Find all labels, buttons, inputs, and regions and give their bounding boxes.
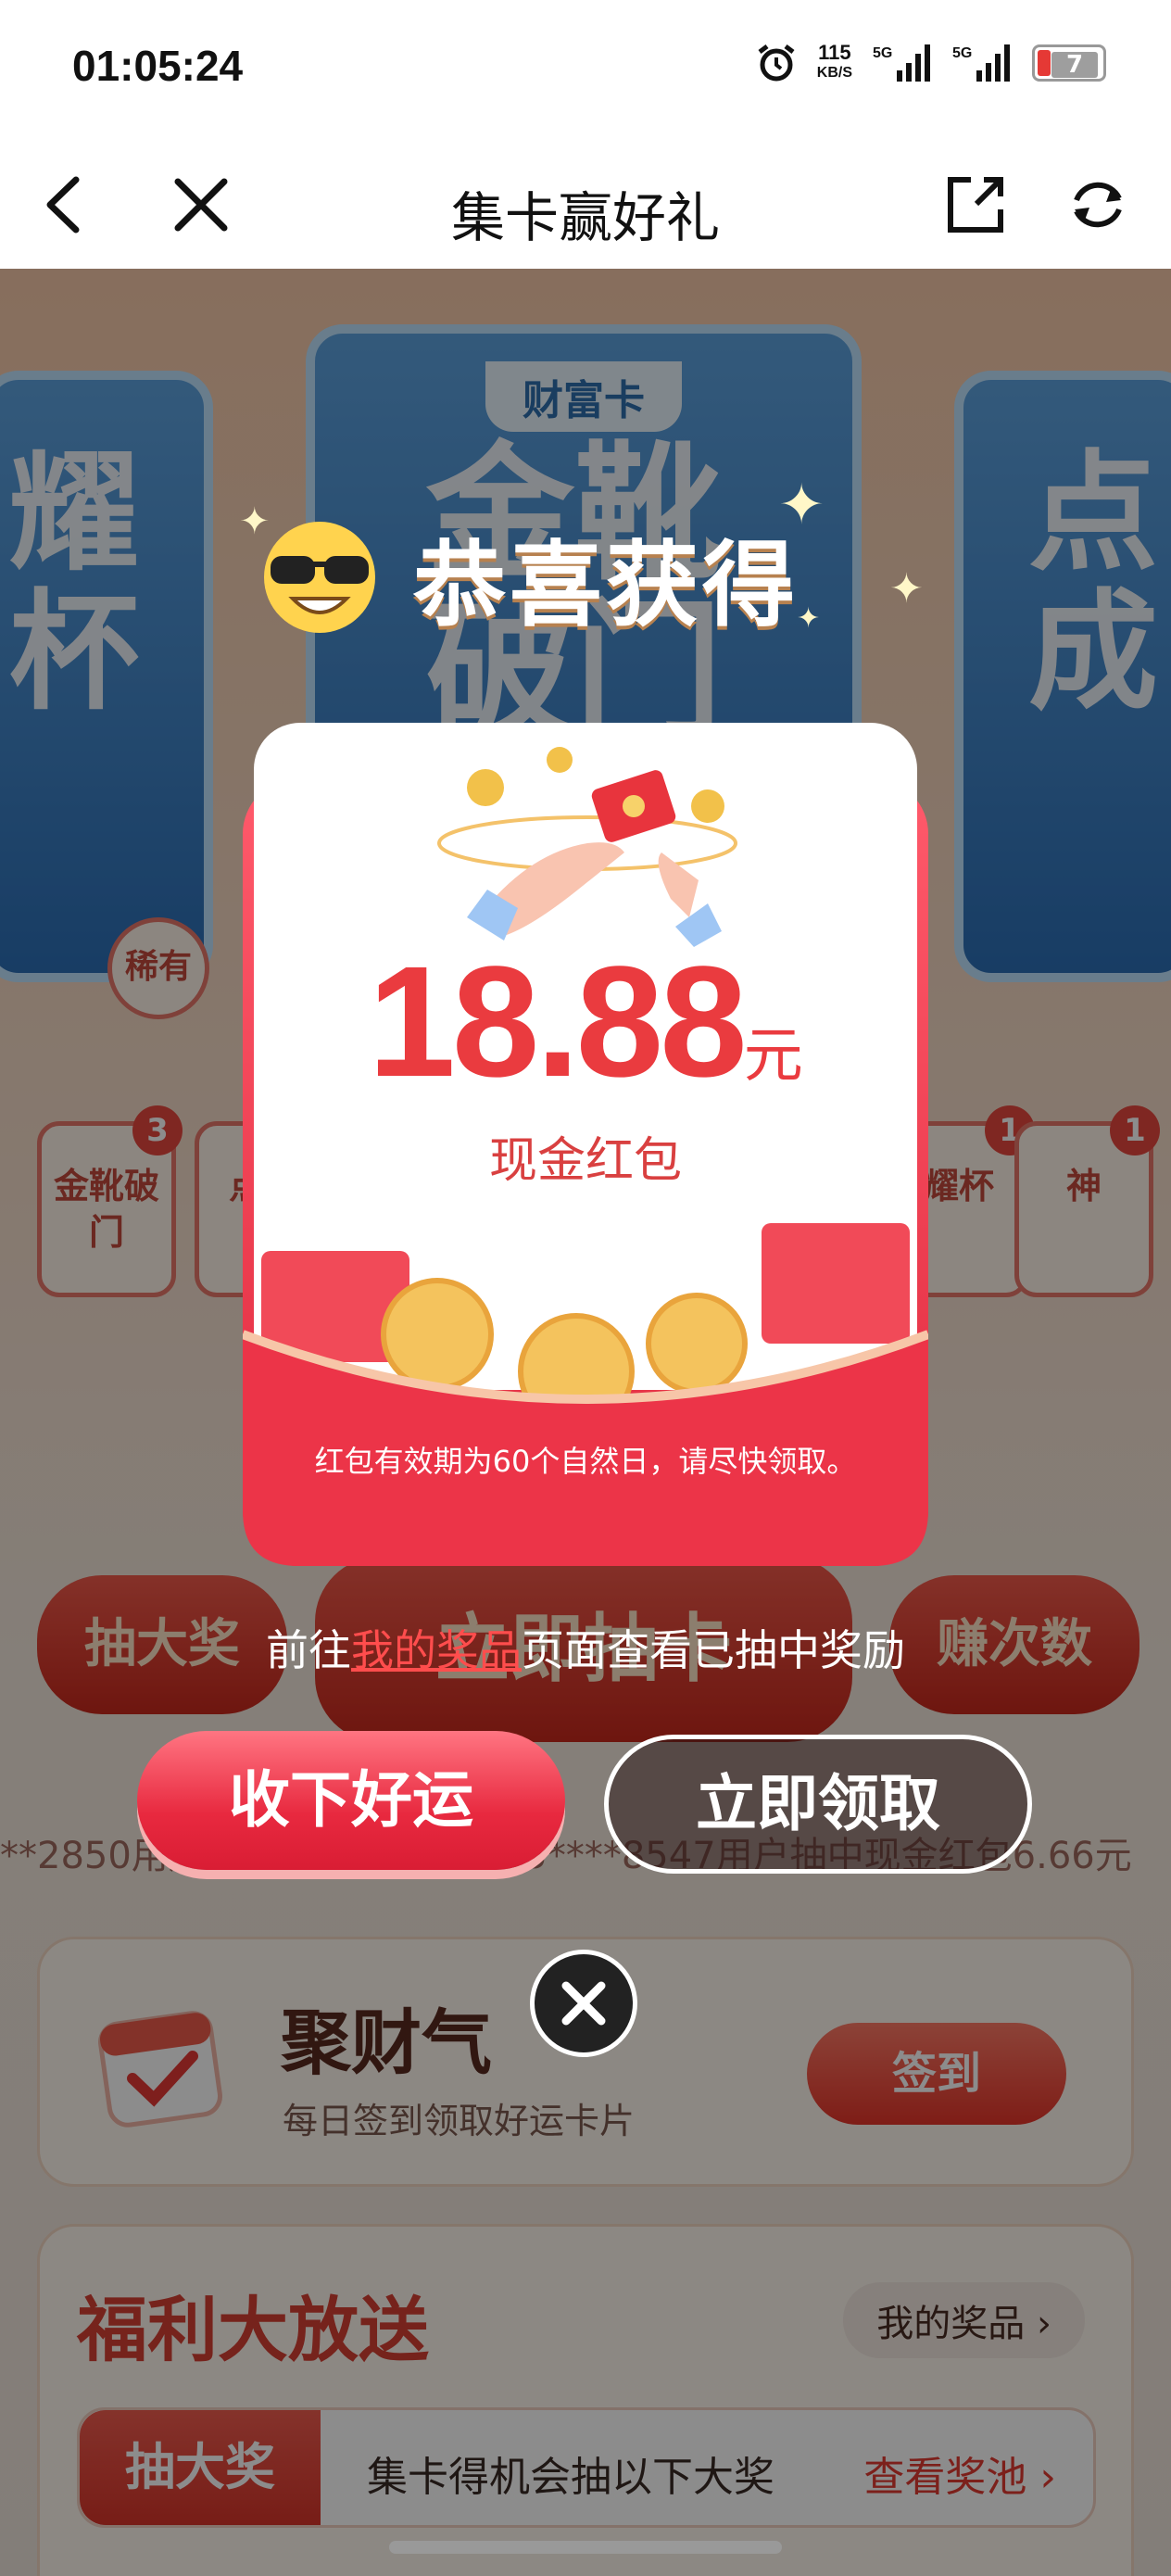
prize-type-label: 现金红包	[488, 1133, 682, 1189]
home-indicator[interactable]	[389, 2541, 782, 2554]
prize-amount: 18.88元	[254, 931, 917, 1113]
hands-giving-envelope-icon	[437, 747, 737, 947]
prize-notice: 前往我的奖品页面查看已抽中奖励	[0, 1617, 1171, 1678]
status-time: 01:05:24	[72, 42, 244, 90]
battery-level: 7	[1051, 52, 1098, 78]
sparkle-icon: ✦	[797, 602, 821, 635]
envelope-front	[243, 1223, 928, 1566]
sunglasses-emoji-icon	[264, 521, 375, 633]
external-link-icon[interactable]	[943, 172, 1008, 237]
svg-text:5G: 5G	[952, 45, 972, 61]
network-speed-value: 115	[818, 41, 851, 64]
signal-icon-2: 5G	[952, 44, 1010, 82]
refresh-icon[interactable]	[1065, 172, 1130, 237]
nav-bar: 集卡赢好礼	[0, 139, 1171, 269]
prize-amount-value: 18.88	[368, 934, 747, 1110]
sparkle-icon: ✦	[239, 500, 271, 543]
status-bar: 01:05:24 115 KB/S 5G 5G 7	[0, 0, 1171, 139]
claim-now-button[interactable]: 立即领取	[604, 1735, 1032, 1874]
close-icon[interactable]	[530, 1950, 637, 2057]
sparkle-icon: ✦	[889, 565, 924, 612]
my-prizes-notice-link[interactable]: 我的奖品	[351, 1625, 522, 1675]
battery-icon: 7	[1032, 44, 1106, 82]
status-icons: 115 KB/S 5G 5G 7	[756, 43, 1106, 83]
validity-note: 红包有效期为60个自然日，请尽快领取。	[314, 1444, 857, 1479]
notice-suffix: 页面查看已抽中奖励	[522, 1625, 905, 1675]
signal-icon: 5G	[873, 44, 930, 82]
alarm-icon	[758, 44, 795, 82]
red-envelope: 18.88元 现金红包 红包有效期为60个自然日，请尽快领取。	[243, 723, 928, 1566]
congrats-header: 恭喜获得	[259, 510, 799, 644]
network-speed-unit: KB/S	[816, 65, 852, 81]
network-speed: 115 KB/S	[817, 43, 852, 83]
svg-text:5G: 5G	[873, 45, 892, 61]
accept-luck-button[interactable]: 收下好运	[137, 1731, 565, 1870]
congrats-heading: 恭喜获得	[413, 531, 799, 639]
prize-amount-unit: 元	[743, 1022, 803, 1089]
sparkle-icon: ✦	[778, 473, 825, 537]
notice-prefix: 前往	[266, 1625, 351, 1675]
